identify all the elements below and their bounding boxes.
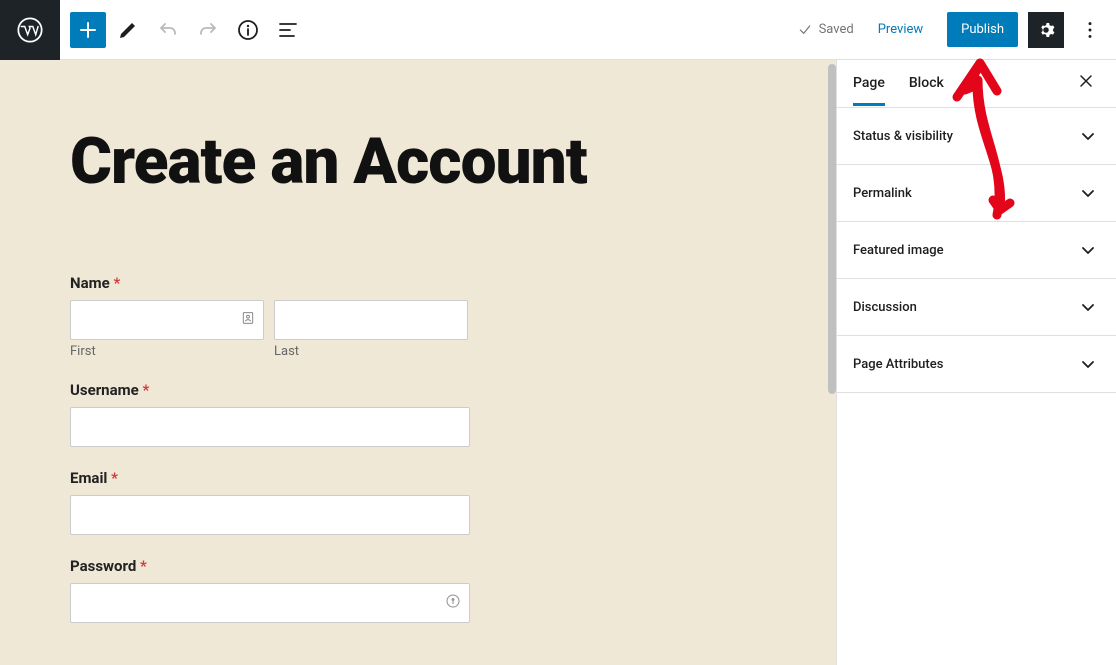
add-block-button[interactable] (70, 12, 106, 48)
edit-tool-button[interactable] (110, 12, 146, 48)
last-sublabel: Last (274, 344, 468, 359)
first-name-input[interactable] (70, 300, 264, 340)
panel-status-visibility[interactable]: Status & visibility (837, 108, 1116, 165)
preview-button[interactable]: Preview (870, 16, 931, 43)
tab-page[interactable]: Page (853, 75, 885, 106)
chevron-down-icon (1076, 295, 1100, 319)
chevron-down-icon (1076, 238, 1100, 262)
panel-discussion[interactable]: Discussion (837, 279, 1116, 336)
saved-label: Saved (819, 22, 854, 37)
gear-icon (1035, 19, 1057, 41)
username-input[interactable] (70, 407, 470, 447)
undo-button[interactable] (150, 12, 186, 48)
settings-sidebar: Page Block Status & visibility Permalink… (836, 60, 1116, 665)
email-label: Email * (70, 469, 766, 487)
checkmark-icon (797, 22, 813, 38)
editor-canvas[interactable]: Create an Account Name * First (0, 60, 836, 665)
username-label: Username * (70, 381, 766, 399)
password-input[interactable] (70, 583, 470, 623)
required-mark: * (140, 557, 147, 575)
tab-block[interactable]: Block (909, 75, 944, 106)
required-mark: * (111, 469, 118, 487)
email-input[interactable] (70, 495, 470, 535)
scrollbar[interactable] (828, 64, 836, 394)
info-button[interactable] (230, 12, 266, 48)
name-label: Name * (70, 274, 766, 292)
password-label: Password * (70, 557, 766, 575)
panel-featured-image[interactable]: Featured image (837, 222, 1116, 279)
first-sublabel: First (70, 344, 264, 359)
close-sidebar-button[interactable] (1072, 67, 1100, 100)
wordpress-logo[interactable] (0, 0, 60, 60)
settings-button[interactable] (1028, 12, 1064, 48)
last-name-input[interactable] (274, 300, 468, 340)
chevron-down-icon (1076, 352, 1100, 376)
chevron-down-icon (1076, 124, 1100, 148)
panel-page-attributes[interactable]: Page Attributes (837, 336, 1116, 393)
panel-permalink[interactable]: Permalink (837, 165, 1116, 222)
more-options-button[interactable] (1072, 12, 1108, 48)
publish-button[interactable]: Publish (947, 12, 1018, 47)
outline-button[interactable] (270, 12, 306, 48)
chevron-down-icon (1076, 181, 1100, 205)
required-mark: * (142, 381, 149, 399)
required-mark: * (113, 274, 120, 292)
dots-vertical-icon (1079, 19, 1101, 41)
save-status: Saved (797, 22, 854, 38)
close-icon (1076, 71, 1096, 91)
page-title[interactable]: Create an Account (70, 130, 766, 194)
redo-button[interactable] (190, 12, 226, 48)
